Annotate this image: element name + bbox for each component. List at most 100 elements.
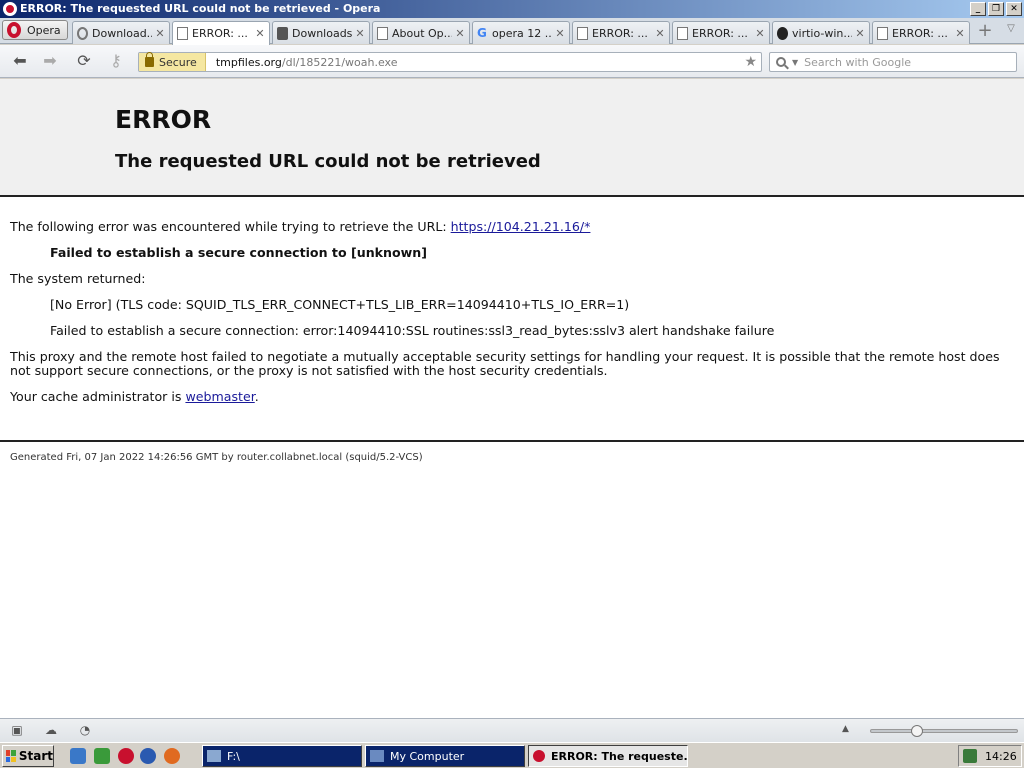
tab-close-icon[interactable]: ✕ xyxy=(855,27,865,40)
start-label: Start xyxy=(18,749,53,763)
tab-virtio-win[interactable]: virtio-win... ✕ xyxy=(772,21,870,44)
tab-close-icon[interactable]: ✕ xyxy=(155,27,165,40)
tab-close-icon[interactable]: ✕ xyxy=(255,27,265,40)
task-label: My Computer xyxy=(390,749,465,763)
page-icon xyxy=(177,27,188,40)
view-menu-icon[interactable]: ▲ xyxy=(842,724,849,734)
tab-download[interactable]: Download... ✕ xyxy=(72,21,170,44)
minimize-button[interactable]: _ xyxy=(970,2,986,16)
error-url-line: The following error was encountered whil… xyxy=(10,220,1010,234)
generated-info: Generated Fri, 07 Jan 2022 14:26:56 GMT … xyxy=(10,452,423,463)
zoom-slider[interactable] xyxy=(870,725,1018,737)
tab-close-icon[interactable]: ✕ xyxy=(355,27,365,40)
downloads-icon xyxy=(277,26,288,40)
tab-error-2[interactable]: ERROR: ... ✕ xyxy=(572,21,670,44)
download-icon xyxy=(77,26,88,40)
window-controls: _ ❐ ✕ xyxy=(970,2,1022,16)
task-my-computer[interactable]: My Computer xyxy=(365,745,525,767)
tab-label: ERROR: ... xyxy=(592,26,648,40)
window-titlebar: ERROR: The requested URL could not be re… xyxy=(0,0,1024,18)
error-url-prefix: The following error was encountered whil… xyxy=(10,219,451,234)
search-icon xyxy=(776,57,786,67)
opera-unite-icon[interactable]: ☁ xyxy=(44,724,58,737)
back-button[interactable]: ⬅ xyxy=(10,51,30,71)
error-url-link[interactable]: https://104.21.21.16/* xyxy=(451,219,591,234)
network-tray-icon[interactable] xyxy=(963,749,977,763)
page-icon xyxy=(877,26,888,40)
opera-o-icon xyxy=(7,22,21,38)
task-f-drive[interactable]: F:\ xyxy=(202,745,362,767)
error-header: ERROR The requested URL could not be ret… xyxy=(0,79,1024,197)
tab-google-search[interactable]: G opera 12 ... ✕ xyxy=(472,21,570,44)
windows-taskbar: Start F:\ My Computer ERROR: The request… xyxy=(0,742,1024,768)
url-path: /dl/185221/woah.exe xyxy=(281,55,398,69)
opera-quicklaunch-icon[interactable] xyxy=(118,748,134,764)
google-icon: G xyxy=(477,25,487,40)
tab-list-chevron-icon[interactable]: ▽ xyxy=(1004,23,1018,37)
url-host: tmpfiles.org xyxy=(215,55,282,69)
bookmark-star-icon[interactable]: ★ xyxy=(744,53,757,71)
restore-button[interactable]: ❐ xyxy=(988,2,1004,16)
tab-label: virtio-win... xyxy=(792,26,852,40)
tab-close-icon[interactable]: ✕ xyxy=(955,27,965,40)
tab-label: Downloads xyxy=(292,26,352,40)
close-button[interactable]: ✕ xyxy=(1006,2,1022,16)
new-tab-button[interactable]: + xyxy=(975,22,995,40)
task-opera-error[interactable]: ERROR: The requeste... xyxy=(528,745,688,767)
tab-about-opera[interactable]: About Op... ✕ xyxy=(372,21,470,44)
search-input[interactable]: ▼ Search with Google xyxy=(769,52,1017,72)
footer-divider xyxy=(0,440,1024,442)
clock: 14:26 xyxy=(985,749,1017,763)
window-title: ERROR: The requested URL could not be re… xyxy=(20,2,381,15)
tab-label: About Op... xyxy=(392,26,452,40)
address-bar[interactable]: Secure tmpfiles.org/dl/185221/woah.exe ★ xyxy=(138,52,762,72)
task-label: F:\ xyxy=(227,749,240,763)
opera-icon xyxy=(533,750,545,762)
opera-menu-button[interactable]: Opera xyxy=(2,20,68,40)
lock-icon xyxy=(145,52,154,67)
panel-toggle-icon[interactable]: ▣ xyxy=(10,724,24,737)
tab-downloads[interactable]: Downloads ✕ xyxy=(272,21,370,44)
system-returned-label: The system returned: xyxy=(10,271,146,286)
admin-suffix: . xyxy=(254,389,259,404)
navigation-bar: ⬅ ➡ ⟳ ⚷ Secure tmpfiles.org/dl/185221/wo… xyxy=(0,45,1024,78)
tab-label: opera 12 ... xyxy=(492,26,552,40)
admin-prefix: Your cache administrator is xyxy=(10,389,186,404)
firefox-quicklaunch-icon[interactable] xyxy=(164,748,180,764)
media-quicklaunch-icon[interactable] xyxy=(140,748,156,764)
page-title: ERROR xyxy=(115,105,212,134)
turbo-icon[interactable]: ◔ xyxy=(78,724,92,737)
secure-label: Secure xyxy=(159,55,197,69)
zoom-slider-thumb[interactable] xyxy=(911,725,923,737)
tab-close-icon[interactable]: ✕ xyxy=(655,27,665,40)
proxy-explanation: This proxy and the remote host failed to… xyxy=(10,349,1000,378)
forward-button[interactable]: ➡ xyxy=(40,51,60,71)
webmaster-link[interactable]: webmaster xyxy=(185,389,254,404)
tab-close-icon[interactable]: ✕ xyxy=(455,27,465,40)
search-placeholder: Search with Google xyxy=(804,55,912,69)
tab-close-icon[interactable]: ✕ xyxy=(755,27,765,40)
search-engine-dropdown-icon[interactable]: ▼ xyxy=(792,58,798,67)
task-label: ERROR: The requeste... xyxy=(551,749,688,763)
tab-label: Download... xyxy=(92,26,152,40)
desktop-quicklaunch-icon[interactable] xyxy=(94,748,110,764)
tab-close-icon[interactable]: ✕ xyxy=(555,27,565,40)
tab-error-active[interactable]: ERROR: ... ✕ xyxy=(172,21,270,45)
tab-error-3[interactable]: ERROR: ... ✕ xyxy=(672,21,770,44)
computer-icon xyxy=(370,750,384,762)
tab-error-4[interactable]: ERROR: ... ✕ xyxy=(872,21,970,44)
ie-quicklaunch-icon[interactable] xyxy=(70,748,86,764)
url-text[interactable]: tmpfiles.org/dl/185221/woah.exe xyxy=(206,56,398,69)
tab-label: ERROR: ... xyxy=(192,27,248,40)
page-icon xyxy=(377,26,388,40)
reload-button[interactable]: ⟳ xyxy=(74,51,94,71)
browser-status-bar: ▣ ☁ ◔ ▲ xyxy=(0,718,1024,742)
ssl-error-line: Failed to establish a secure connection:… xyxy=(50,323,775,338)
tab-label: ERROR: ... xyxy=(692,26,748,40)
start-button[interactable]: Start xyxy=(2,745,54,767)
key-icon[interactable]: ⚷ xyxy=(106,51,126,71)
github-icon xyxy=(777,26,788,40)
windows-flag-icon xyxy=(6,750,16,762)
opera-logo-icon xyxy=(3,2,17,16)
secure-badge[interactable]: Secure xyxy=(139,52,206,71)
